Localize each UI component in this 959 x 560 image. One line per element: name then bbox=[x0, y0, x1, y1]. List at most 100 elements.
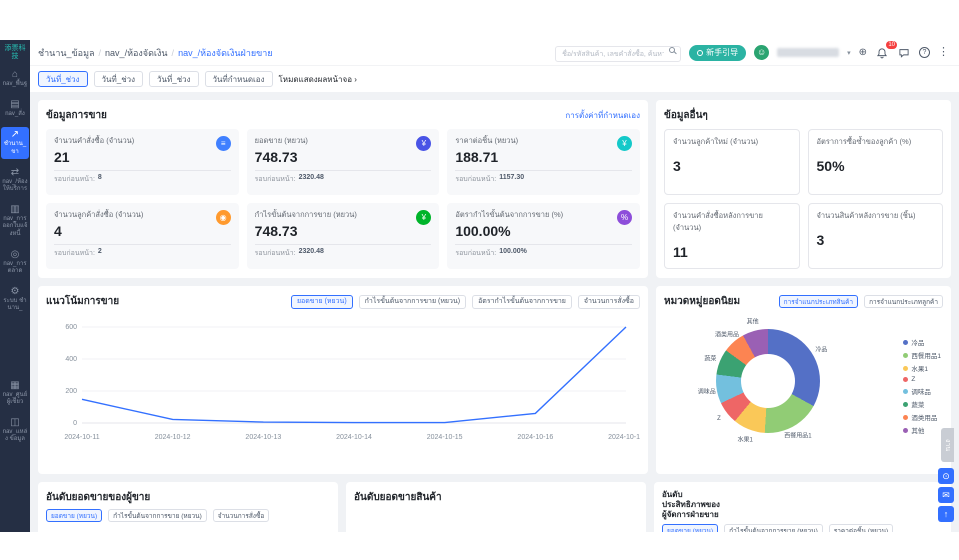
breadcrumb-item-2[interactable]: nav_/ห้องจัดเงิน bbox=[105, 46, 168, 60]
manager-rank-title: อันดับประสิทธิภาพของผู้จัดการฝ่ายขาย bbox=[662, 490, 722, 520]
donut-slice-label: 蔬菜 bbox=[704, 354, 716, 363]
donut-slice-label: 酒类用品 bbox=[715, 330, 739, 339]
legend-item-2[interactable]: 西餐用品1 bbox=[903, 350, 941, 360]
seller-rank-tab-1[interactable]: ยอดขาย (หยวน) bbox=[46, 509, 102, 522]
category-tab-2[interactable]: การจำแนกประเภทลูกค้า bbox=[864, 295, 943, 308]
sales-panel-title: ข้อมูลการขาย bbox=[46, 108, 107, 123]
stat-card-title: ยอดขาย (หยวน) bbox=[255, 135, 432, 147]
task-side-tab[interactable]: งาน bbox=[941, 428, 954, 462]
floating-buttons: ⊙ ✉ ↑ bbox=[938, 468, 954, 522]
legend-label: Z bbox=[911, 376, 915, 383]
seller-rank-tab-2[interactable]: กำไรขั้นต้นจากการขาย (หยวน) bbox=[108, 509, 207, 522]
manager-rank-tab-1[interactable]: ยอดขาย (หยวน) bbox=[662, 524, 718, 532]
other-data-panel: ข้อมูลอื่นๆ จำนวนลูกค้าใหม่ (จำนวน)3อัตร… bbox=[656, 100, 951, 278]
legend-label: 冷品 bbox=[911, 337, 924, 347]
language-icon[interactable]: ⊕ bbox=[859, 48, 867, 58]
date-range-tab-4[interactable]: วันที่กำหนดเอง bbox=[205, 71, 273, 87]
svg-text:0: 0 bbox=[73, 420, 77, 427]
legend-dot-icon bbox=[903, 402, 908, 407]
trend-metric-tab-1[interactable]: ยอดขาย (หยวน) bbox=[291, 295, 353, 309]
legend-dot-icon bbox=[903, 340, 908, 345]
breadcrumb-separator: / bbox=[99, 48, 102, 58]
sidebar-item-label: nav_การ ออกใบแจ้งหนี้ bbox=[2, 216, 28, 238]
date-range-tab-3[interactable]: วันที่_ช่วง bbox=[149, 71, 199, 87]
date-range-tab-1[interactable]: วันที่_ช่วง bbox=[38, 71, 88, 87]
sidebar-item-9[interactable]: ◫nav_แหล่ง ข้อมูล bbox=[1, 415, 29, 446]
trend-metric-tab-3[interactable]: อัตรากำไรขั้นต้นจากการขาย bbox=[472, 295, 572, 309]
other-card-value: 50% bbox=[817, 158, 935, 174]
legend-dot-icon bbox=[903, 366, 908, 371]
customer-service-button[interactable]: ⊙ bbox=[938, 468, 954, 484]
help-icon[interactable]: ? bbox=[919, 47, 930, 58]
legend-dot-icon bbox=[903, 428, 908, 433]
legend-item-3[interactable]: 水果1 bbox=[903, 363, 941, 373]
trend-metric-tabs: ยอดขาย (หยวน) กำไรขั้นต้นจากการขาย (หยวน)… bbox=[291, 295, 640, 309]
date-range-tab-2[interactable]: วันที่_ช่วง bbox=[94, 71, 144, 87]
sidebar-item-label: nav_สั่ง bbox=[2, 111, 28, 118]
legend-item-6[interactable]: 蔬菜 bbox=[903, 399, 941, 409]
sales-data-panel: ข้อมูลการขาย การตั้งค่าที่กำหนดเอง จำนวน… bbox=[38, 100, 648, 278]
guide-button[interactable]: 新手引导 bbox=[689, 45, 746, 61]
search-input[interactable] bbox=[555, 46, 681, 62]
stat-card-previous: รอบก่อนหน้า:2 bbox=[54, 244, 231, 259]
topbar: ชำนาน_ข้อมูล / nav_/ห้องจัดเงิน / nav_/ห… bbox=[30, 40, 959, 66]
sales-chart-icon: ↗ bbox=[11, 130, 19, 140]
notification-bell-icon[interactable]: 10 bbox=[875, 46, 889, 60]
seller-rank-panel: อันดับยอดขายของผู้ขาย ยอดขาย (หยวน)กำไรข… bbox=[38, 482, 338, 532]
seller-rank-tab-3[interactable]: จำนวนการสั่งซื้อ bbox=[213, 509, 270, 522]
sales-trend-panel: แนวโน้มการขาย ยอดขาย (หยวน)กำไรขั้นต้นจา… bbox=[38, 286, 648, 474]
donut-slice-label: 其他 bbox=[747, 316, 759, 325]
svg-text:200: 200 bbox=[65, 388, 77, 395]
legend-item-1[interactable]: 冷品 bbox=[903, 337, 941, 347]
sidebar-item-3[interactable]: ↗ชำนาน_ขา bbox=[1, 127, 29, 158]
trend-metric-tab-2[interactable]: กำไรขั้นต้นจากการขาย (หยวน) bbox=[359, 295, 466, 309]
sidebar-item-4[interactable]: ⇄nav_/ห้อง ให้บริการ bbox=[1, 165, 29, 196]
breadcrumb-item-1[interactable]: ชำนาน_ข้อมูล bbox=[38, 46, 95, 60]
previous-period-label: รอบก่อนหน้า: bbox=[54, 174, 95, 185]
category-donut[interactable] bbox=[716, 329, 820, 433]
back-to-top-button[interactable]: ↑ bbox=[938, 506, 954, 522]
fullscreen-mode-link[interactable]: โหมดแสดงผลหน้าจอ › bbox=[279, 73, 357, 86]
previous-period-label: รอบก่อนหน้า: bbox=[455, 248, 496, 259]
legend-item-4[interactable]: Z bbox=[903, 376, 941, 383]
legend-label: 调味品 bbox=[911, 386, 931, 396]
filter-bar: วันที่_ช่วง วันที่_ช่วง วันที่_ช่วง วันที่ก… bbox=[30, 66, 959, 92]
legend-item-7[interactable]: 酒类用品 bbox=[903, 412, 941, 422]
manager-rank-tab-2[interactable]: กำไรขั้นต้นจากการขาย (หยวน) bbox=[724, 524, 823, 532]
sidebar-item-2[interactable]: ▤nav_สั่ง bbox=[1, 97, 29, 121]
stat-card-title: กำไรขั้นต้นจากการขาย (หยวน) bbox=[255, 209, 432, 221]
user-name-redacted[interactable] bbox=[777, 48, 839, 57]
sidebar-item-5[interactable]: ▥nav_การ ออกใบแจ้งหนี้ bbox=[1, 202, 29, 241]
message-icon[interactable] bbox=[897, 46, 911, 60]
legend-item-5[interactable]: 调味品 bbox=[903, 386, 941, 396]
custom-settings-link[interactable]: การตั้งค่าที่กำหนดเอง bbox=[565, 109, 640, 122]
chevron-down-icon[interactable]: ▾ bbox=[847, 49, 851, 57]
trend-metric-tab-4[interactable]: จำนวนการสั่งซื้อ bbox=[578, 295, 640, 309]
donut-slice-label: 水果1 bbox=[738, 434, 753, 443]
sidebar-item-label: nav_พื้นฐ bbox=[2, 81, 28, 88]
category-tab-1[interactable]: การจำแนกประเภทสินค้า bbox=[779, 295, 858, 308]
stat-card-title: จำนวนคำสั่งซื้อ (จำนวน) bbox=[54, 135, 231, 147]
search-icon[interactable] bbox=[669, 47, 675, 53]
legend-dot-icon bbox=[903, 377, 908, 382]
other-panel-title: ข้อมูลอื่นๆ bbox=[664, 108, 708, 123]
other-cards-grid: จำนวนลูกค้าใหม่ (จำนวน)3อัตราการซื้อซ้ำข… bbox=[664, 129, 943, 269]
legend-dot-icon bbox=[903, 389, 908, 394]
sidebar-item-7[interactable]: ⚙ระบบ ชำนาน_ bbox=[1, 284, 29, 315]
avatar[interactable]: ☺ bbox=[754, 45, 769, 60]
stat-card-2: ยอดขาย (หยวน)748.73รอบก่อนหน้า:2320.48¥ bbox=[247, 129, 440, 195]
legend-item-8[interactable]: 其他 bbox=[903, 425, 941, 435]
svg-text:2024-10-11: 2024-10-11 bbox=[64, 434, 99, 441]
more-menu-icon[interactable]: ⋮ bbox=[938, 47, 949, 58]
sidebar-item-1[interactable]: ⌂nav_พื้นฐ bbox=[1, 67, 29, 91]
svg-text:2024-10-17: 2024-10-17 bbox=[608, 434, 640, 441]
topbar-actions: 新手引导 ☺ ▾ ⊕ 10 ? ⋮ bbox=[555, 43, 949, 63]
sidebar-item-8[interactable]: ▦nav_ศูนย์ ผู้เชี่ยว bbox=[1, 378, 29, 409]
manager-rank-tab-3[interactable]: ราคาต่อชิ้น (หยวน) bbox=[829, 524, 893, 532]
feedback-button[interactable]: ✉ bbox=[938, 487, 954, 503]
other-card-4: จำนวนสินค้าหลังการขาย (ชิ้น)3 bbox=[808, 203, 944, 269]
brand-logo: 添票科技 bbox=[3, 45, 27, 61]
sidebar-item-6[interactable]: ◎nav_การ ตลาด bbox=[1, 247, 29, 278]
sidebar-nav: ⌂nav_พื้นฐ ▤nav_สั่ง ↗ชำนาน_ขา ⇄nav_/ห้อง ใ… bbox=[0, 67, 30, 446]
previous-period-value: 2 bbox=[98, 248, 102, 259]
